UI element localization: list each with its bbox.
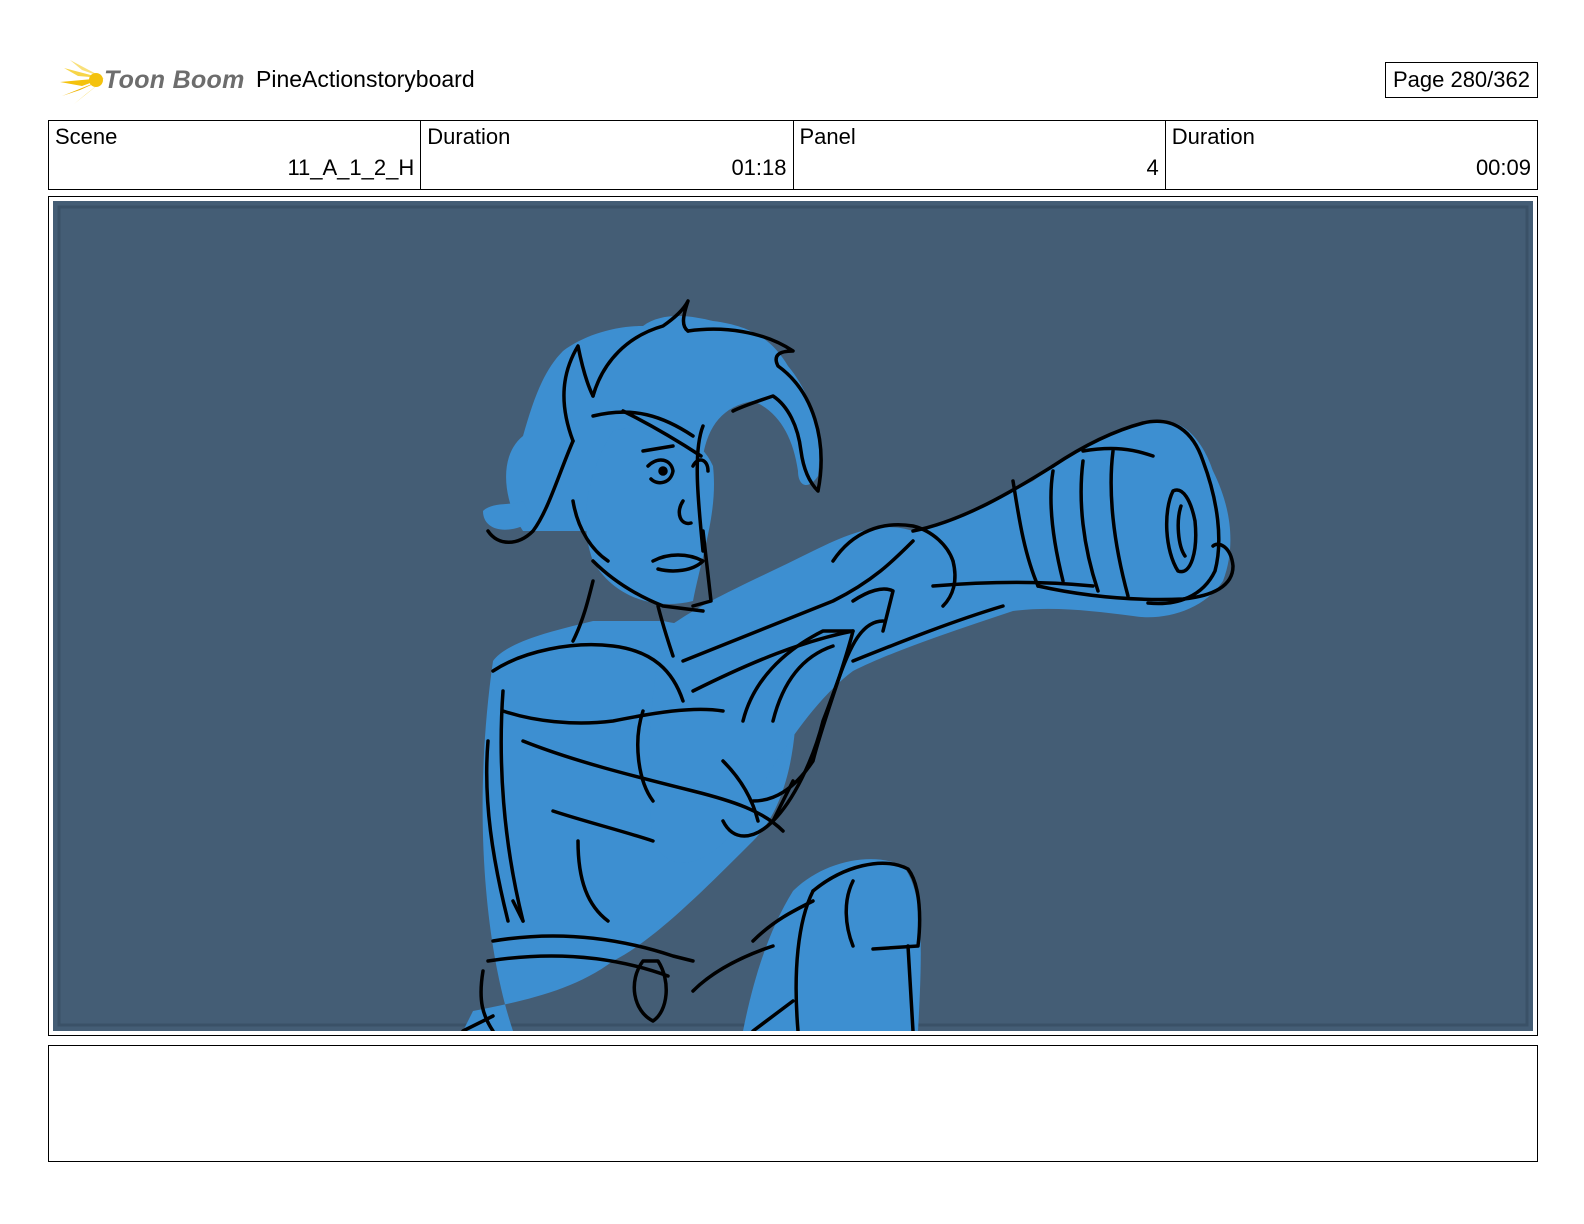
project-title: PineActionstoryboard	[256, 66, 475, 92]
panel-label: Panel	[799, 124, 856, 149]
toon-boom-logo: Toon Boom	[52, 56, 245, 108]
storyboard-panel-image	[53, 201, 1533, 1031]
scene-duration-cell: Duration 01:18	[421, 121, 794, 189]
scene-info-table: Scene 11_A_1_2_H Duration 01:18 Panel 4 …	[48, 120, 1538, 190]
storyboard-panel-frame	[48, 196, 1538, 1036]
panel-value: 4	[1146, 155, 1159, 180]
scene-duration-value: 01:18	[731, 155, 787, 180]
panel-duration-cell: Duration 00:09	[1166, 121, 1537, 189]
panel-cell: Panel 4	[794, 121, 1166, 189]
starburst-icon	[60, 60, 104, 104]
scene-label: Scene	[55, 124, 118, 149]
page-header: Toon Boom PineActionstoryboard Page 280/…	[48, 52, 1538, 108]
character-sketch	[57, 205, 1529, 1031]
scene-duration-label: Duration	[427, 124, 511, 149]
logo-text: Toon Boom	[104, 66, 245, 94]
panel-notes-box	[48, 1045, 1538, 1162]
panel-duration-value: 00:09	[1475, 155, 1531, 180]
scene-value: 11_A_1_2_H	[287, 155, 415, 180]
scene-cell: Scene 11_A_1_2_H	[49, 121, 422, 189]
page-indicator: Page 280/362	[1384, 62, 1538, 98]
panel-duration-label: Duration	[1171, 124, 1255, 149]
